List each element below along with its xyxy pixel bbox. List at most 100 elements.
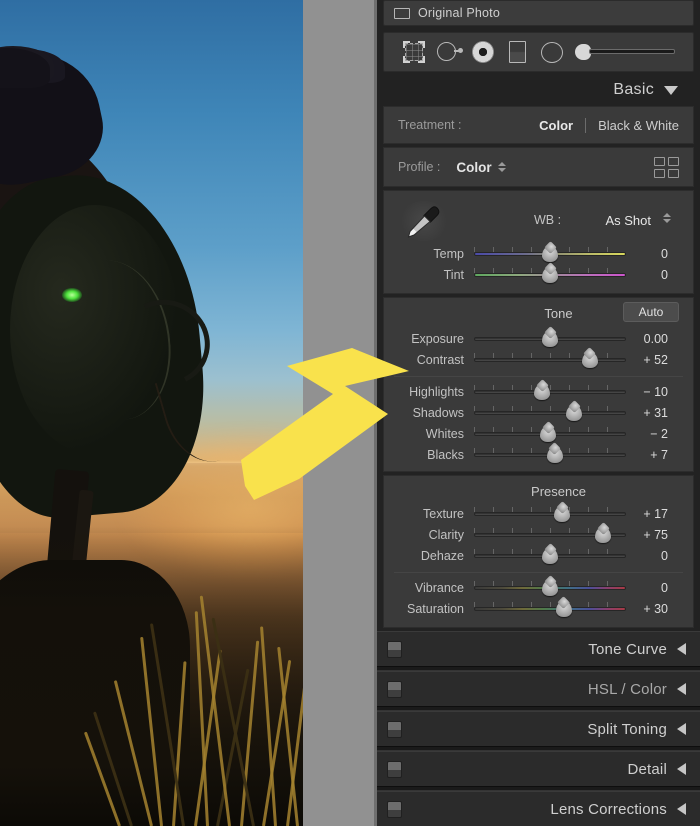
treatment-color-option[interactable]: Color	[539, 118, 573, 133]
panel-toggle-switch[interactable]	[387, 761, 402, 778]
slider-clarity-knob[interactable]	[595, 526, 612, 543]
slider-dehaze-value[interactable]: 0	[626, 549, 684, 563]
red-eye-correction-tool[interactable]	[467, 37, 499, 67]
slider-vibrance-track[interactable]	[474, 579, 626, 597]
wb-value[interactable]: As Shot	[605, 213, 651, 228]
slider-shadows[interactable]: Shadows + 31	[384, 402, 693, 423]
chevron-left-icon[interactable]	[677, 643, 686, 655]
slider-highlights[interactable]: Highlights − 10	[384, 381, 693, 402]
wb-stepper-icon[interactable]	[663, 213, 671, 223]
slider-blacks[interactable]: Blacks + 7	[384, 444, 693, 465]
slider-clarity[interactable]: Clarity + 75	[384, 524, 693, 545]
slider-tint-knob[interactable]	[542, 266, 558, 283]
chevron-left-icon[interactable]	[677, 763, 686, 775]
stepper-up-down-icon[interactable]	[497, 162, 506, 172]
slider-highlights-value[interactable]: − 10	[626, 385, 684, 399]
panel-row-detail[interactable]: Detail	[377, 751, 700, 786]
slider-highlights-track[interactable]	[474, 383, 626, 401]
crop-overlay-tool[interactable]	[398, 37, 430, 67]
panel-toggle-switch[interactable]	[387, 681, 402, 698]
tone-divider	[394, 376, 683, 377]
slider-contrast-track[interactable]	[474, 351, 626, 369]
panel-toggle-switch[interactable]	[387, 721, 402, 738]
slider-tint-track[interactable]	[474, 266, 626, 284]
chevron-left-icon[interactable]	[677, 683, 686, 695]
slider-dehaze[interactable]: Dehaze 0	[384, 545, 693, 566]
slider-temp-track[interactable]	[474, 245, 626, 263]
slider-whites-label: Whites	[425, 426, 464, 441]
treatment-bw-option[interactable]: Black & White	[598, 118, 679, 133]
slider-exposure-knob[interactable]	[542, 330, 558, 347]
adjustment-brush-tool[interactable]	[571, 37, 679, 67]
chevron-left-icon[interactable]	[677, 803, 686, 815]
green-led-light	[62, 288, 82, 302]
spot-removal-tool[interactable]	[433, 37, 465, 67]
basic-panel-header[interactable]: Basic	[383, 74, 694, 106]
slider-highlights-knob[interactable]	[534, 383, 551, 400]
slider-temp-value[interactable]: 0	[626, 247, 684, 261]
slider-texture-track[interactable]	[474, 505, 626, 523]
slider-vibrance-value[interactable]: 0	[626, 581, 684, 595]
slider-saturation-value[interactable]: + 30	[626, 602, 684, 616]
panel-row-hsl-color[interactable]: HSL / Color	[377, 671, 700, 706]
panel-row-tone-curve[interactable]: Tone Curve	[377, 631, 700, 666]
slider-saturation-gradient	[474, 606, 626, 611]
panel-row-lens-corrections[interactable]: Lens Corrections	[377, 791, 700, 826]
slider-texture-label: Texture	[423, 506, 464, 521]
slider-blacks-knob[interactable]	[546, 446, 563, 463]
slider-vibrance[interactable]: Vibrance 0	[384, 577, 693, 598]
slider-shadows-rail	[474, 410, 626, 415]
slider-saturation-track[interactable]	[474, 600, 626, 618]
panel-toggle-switch[interactable]	[387, 641, 402, 658]
slider-whites-value[interactable]: − 2	[626, 427, 684, 441]
white-balance-selector[interactable]	[398, 201, 450, 241]
slider-contrast-ticks	[474, 352, 626, 358]
radial-filter-tool[interactable]	[536, 37, 568, 67]
slider-saturation-knob[interactable]	[555, 600, 572, 617]
graduated-filter-tool[interactable]	[502, 37, 534, 67]
profile-value[interactable]: Color	[456, 160, 491, 175]
slider-shadows-track[interactable]	[474, 404, 626, 422]
slider-clarity-value[interactable]: + 75	[626, 528, 684, 542]
slider-temp[interactable]: Temp 0	[384, 243, 693, 264]
chevron-down-icon[interactable]	[664, 85, 678, 95]
original-photo-button[interactable]: Original Photo	[383, 0, 694, 26]
slider-exposure-track[interactable]	[474, 330, 626, 348]
slider-blacks-value[interactable]: + 7	[626, 448, 684, 462]
slider-tint-value[interactable]: 0	[626, 268, 684, 282]
slider-shadows-value[interactable]: + 31	[626, 406, 684, 420]
slider-tint[interactable]: Tint 0	[384, 264, 693, 285]
collapsed-panel-list: Tone Curve HSL / Color Split Toning Deta…	[377, 631, 700, 826]
slider-blacks-track[interactable]	[474, 446, 626, 464]
slider-dehaze-knob[interactable]	[542, 547, 558, 564]
slider-texture-value[interactable]: + 17	[626, 507, 684, 521]
slider-whites-knob[interactable]	[540, 425, 557, 442]
slider-shadows-knob[interactable]	[566, 404, 583, 421]
slider-saturation[interactable]: Saturation + 30	[384, 598, 693, 619]
slider-contrast[interactable]: Contrast + 52	[384, 349, 693, 370]
slider-whites-track[interactable]	[474, 425, 626, 443]
slider-whites[interactable]: Whites − 2	[384, 423, 693, 444]
profile-grid-icon[interactable]	[654, 156, 679, 178]
slider-contrast-knob[interactable]	[581, 351, 598, 368]
page-title: Basic	[613, 81, 654, 98]
chevron-left-icon[interactable]	[677, 723, 686, 735]
slider-texture-knob[interactable]	[554, 505, 571, 522]
original-photo-label: Original Photo	[418, 6, 501, 20]
slider-temp-knob[interactable]	[542, 245, 558, 262]
slider-clarity-track[interactable]	[474, 526, 626, 544]
slider-highlights-rail	[474, 389, 626, 394]
slider-texture[interactable]: Texture + 17	[384, 503, 693, 524]
slider-vibrance-knob[interactable]	[542, 579, 558, 596]
profile-row: Profile : Color	[384, 148, 693, 186]
radial-circle-icon	[541, 41, 564, 63]
panel-toggle-switch[interactable]	[387, 801, 402, 818]
photo-preview[interactable]	[0, 0, 303, 826]
auto-tone-button[interactable]: Auto	[623, 302, 679, 322]
slider-exposure[interactable]: Exposure 0.00	[384, 328, 693, 349]
panel-row-split-toning[interactable]: Split Toning	[377, 711, 700, 746]
slider-contrast-value[interactable]: + 52	[626, 353, 684, 367]
slider-dehaze-track[interactable]	[474, 547, 626, 565]
slider-exposure-value[interactable]: 0.00	[626, 332, 684, 346]
panel-title-tone-curve: Tone Curve	[588, 640, 667, 658]
